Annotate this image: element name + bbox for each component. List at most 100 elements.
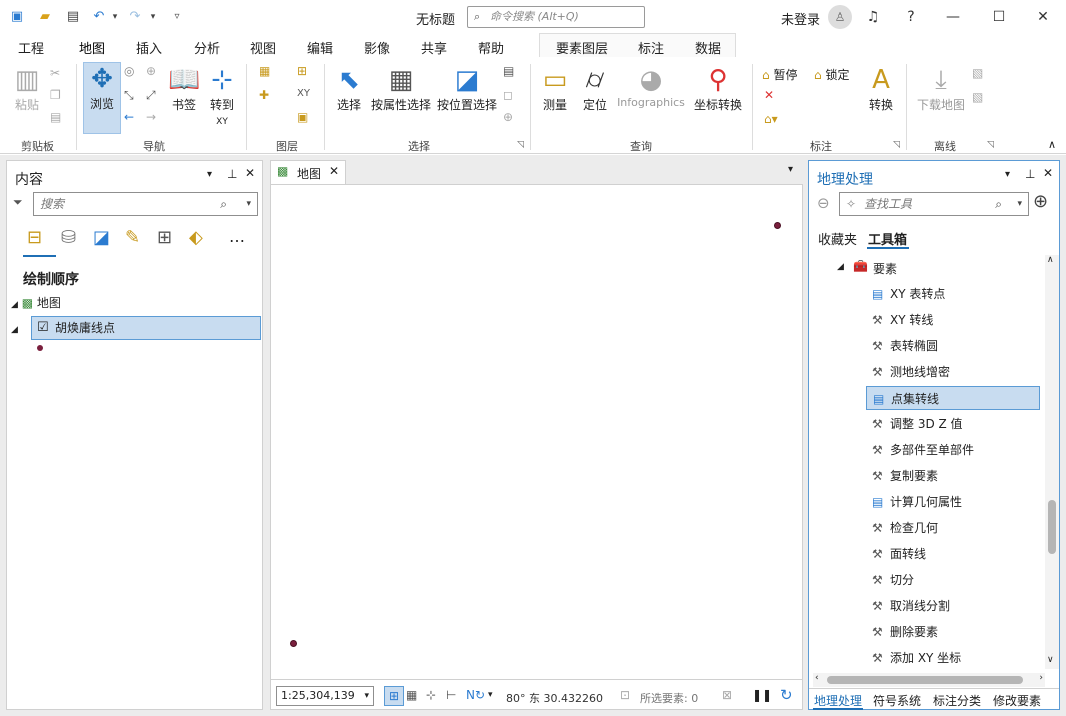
copy-icon[interactable]: ❐ — [50, 88, 61, 102]
scrollbar[interactable]: ∧ ∨ — [1045, 255, 1059, 669]
close-button[interactable]: ✕ — [1032, 6, 1054, 28]
previous-extent-icon[interactable]: ← — [124, 110, 134, 124]
attributes-icon[interactable]: ▤ — [503, 64, 514, 78]
tab-toolboxes[interactable]: 工具箱 — [868, 229, 907, 248]
horizontal-scrollbar[interactable]: ‹ › — [813, 673, 1045, 687]
sync-icon[interactable]: ▧ — [972, 66, 983, 80]
scrollbar-thumb[interactable] — [827, 676, 1023, 684]
add-icon[interactable]: ⊕ — [1033, 191, 1048, 212]
pause-labeling-button[interactable]: ⌂ 暂停 — [762, 66, 797, 83]
close-pane-icon[interactable]: ✕ — [245, 166, 255, 180]
map-point[interactable] — [290, 640, 297, 647]
close-tab-icon[interactable]: ✕ — [329, 164, 339, 178]
chevron-down-icon[interactable]: ▾ — [246, 193, 251, 215]
tab-help[interactable]: 帮助 — [478, 38, 504, 57]
labeling-icon[interactable]: ⬖ — [189, 227, 203, 248]
label-manager-icon[interactable]: ⌂▾ — [764, 112, 778, 126]
scroll-up-icon[interactable]: ∧ — [1047, 255, 1054, 265]
refresh-small-icon[interactable]: ⊠ — [722, 688, 732, 702]
locate-button[interactable]: ⌭ 定位 — [578, 64, 612, 113]
scale-lock-icon[interactable]: ⊞ — [384, 686, 404, 706]
tab-data[interactable]: 数据 — [695, 38, 721, 57]
editing-icon[interactable]: ✎ — [125, 227, 140, 248]
offline-launcher-icon[interactable]: ◹ — [987, 140, 994, 150]
map-view-tab[interactable]: ▩ 地图 ✕ — [270, 160, 346, 184]
minimize-button[interactable]: — — [942, 6, 964, 28]
add-xy-icon[interactable]: XY — [297, 88, 310, 99]
snapping-toggle-icon[interactable]: ⊹ — [426, 688, 436, 702]
tool-item[interactable]: ⚒ 检查几何 — [866, 516, 1040, 540]
tab-view[interactable]: 视图 — [250, 38, 276, 57]
tab-imagery[interactable]: 影像 — [364, 38, 390, 57]
tool-item[interactable]: ⚒ 测地线增密 — [866, 360, 1040, 384]
labeling-launcher-icon[interactable]: ◹ — [893, 140, 900, 150]
select-by-location-button[interactable]: ◪ 按位置选择 — [436, 64, 498, 113]
scale-select[interactable]: 1:25,304,139 ▾ — [276, 686, 374, 706]
pane-options-icon[interactable]: ▾ — [1005, 169, 1010, 180]
constraints-icon[interactable]: ⊢ — [446, 688, 456, 702]
collapse-ribbon-icon[interactable]: ∧ — [1048, 138, 1056, 151]
selection-list-icon[interactable]: ◪ — [93, 227, 110, 248]
snapping-icon[interactable]: ⊞ — [157, 227, 172, 248]
tab-project[interactable]: 工程 — [18, 38, 44, 57]
tool-item[interactable]: ⚒ 删除要素 — [866, 620, 1040, 644]
tab-insert[interactable]: 插入 — [136, 38, 162, 57]
next-extent-icon[interactable]: → — [146, 110, 156, 124]
pane-options-icon[interactable]: ▾ — [207, 169, 212, 180]
full-extent-icon[interactable]: ◎ — [124, 64, 134, 78]
zoom-to-selection-icon[interactable]: ⊕ — [503, 110, 513, 124]
avatar[interactable]: ♙ — [828, 5, 852, 29]
tab-labeling[interactable]: 标注 — [638, 38, 664, 57]
scrollbar-thumb[interactable] — [1048, 500, 1056, 554]
tab-favorites[interactable]: 收藏夹 — [818, 229, 857, 248]
chevron-down-icon[interactable]: ▾ — [1017, 193, 1022, 215]
tool-item[interactable]: ▤ 计算几何属性 — [866, 490, 1040, 514]
tab-analysis[interactable]: 分析 — [194, 38, 220, 57]
tool-item[interactable]: ⚒ 取消线分割 — [866, 594, 1040, 618]
download-map-button[interactable]: ⤓ 下载地图 — [914, 64, 968, 113]
add-data-icon[interactable]: ⊞ — [297, 64, 307, 78]
remove-offline-icon[interactable]: ▧ — [972, 90, 983, 104]
map-canvas[interactable] — [270, 184, 803, 680]
goto-xy-button[interactable]: ⊹ 转到 XY — [206, 64, 238, 127]
tool-item[interactable]: ⚒ 调整 3D Z 值 — [866, 412, 1040, 436]
convert-coordinates-button[interactable]: ⚲ 坐标转换 — [692, 64, 744, 113]
layer-visibility-checkbox[interactable]: ☑ — [37, 316, 49, 340]
layer-node[interactable]: ◢ ☑ 胡焕庸线点 — [11, 316, 261, 340]
bookmark-button[interactable]: 📖 书签 — [168, 64, 200, 113]
copy-path-icon[interactable]: ▤ — [50, 110, 61, 124]
tool-item[interactable]: ▤ 点集转线 — [866, 386, 1040, 410]
customize-qat-icon[interactable]: ▿ — [168, 8, 186, 26]
tool-item[interactable]: ⚒ XY 转线 — [866, 308, 1040, 332]
tab-modify-features[interactable]: 修改要素 — [993, 692, 1041, 709]
infographics-button[interactable]: ◕ Infographics — [614, 64, 688, 109]
tool-item[interactable]: ⚒ 表转椭圆 — [866, 334, 1040, 358]
tool-item[interactable]: ⚒ 添加 XY 坐标 — [866, 646, 1040, 670]
more-icon[interactable]: … — [229, 227, 245, 246]
tool-item[interactable]: ⚒ 复制要素 — [866, 464, 1040, 488]
map-node[interactable]: ◢ ▩ 地图 — [11, 291, 251, 315]
cut-icon[interactable]: ✂ — [50, 66, 60, 80]
tab-edit[interactable]: 编辑 — [307, 38, 333, 57]
close-pane-icon[interactable]: ✕ — [1043, 166, 1053, 180]
command-search-input[interactable]: ⌕ 命令搜索 (Alt+Q) — [467, 6, 645, 28]
collapse-triangle-icon[interactable]: ◢ — [11, 325, 18, 335]
select-by-attribute-button[interactable]: ▦ 按属性选择 — [370, 64, 432, 113]
tab-geoprocessing[interactable]: 地理处理 — [814, 692, 862, 709]
tool-item[interactable]: ⚒ 切分 — [866, 568, 1040, 592]
new-project-icon[interactable]: ▣ — [8, 8, 26, 26]
layer-group-icon[interactable]: ▣ — [297, 110, 308, 124]
zoom-out-fixed-icon[interactable]: ⤢ — [146, 88, 156, 103]
convert-labels-button[interactable]: A 转换 — [864, 64, 898, 113]
chevron-down-icon[interactable]: ▾ — [488, 690, 493, 700]
save-icon[interactable]: ▤ — [64, 8, 82, 26]
north-arrow-icon[interactable]: N↻ — [466, 688, 485, 702]
redo-dropdown-icon[interactable]: ▾ — [144, 8, 162, 26]
zoom-in-fixed-icon[interactable]: ⤡ — [124, 88, 134, 103]
add-layer-icon[interactable]: ✚ — [259, 88, 269, 102]
scroll-left-icon[interactable]: ‹ — [815, 673, 819, 683]
filter-icon[interactable]: ⏷ — [13, 195, 23, 210]
notification-icon[interactable]: ♫ — [862, 6, 884, 28]
tab-share[interactable]: 共享 — [421, 38, 447, 57]
scroll-right-icon[interactable]: › — [1039, 673, 1043, 683]
